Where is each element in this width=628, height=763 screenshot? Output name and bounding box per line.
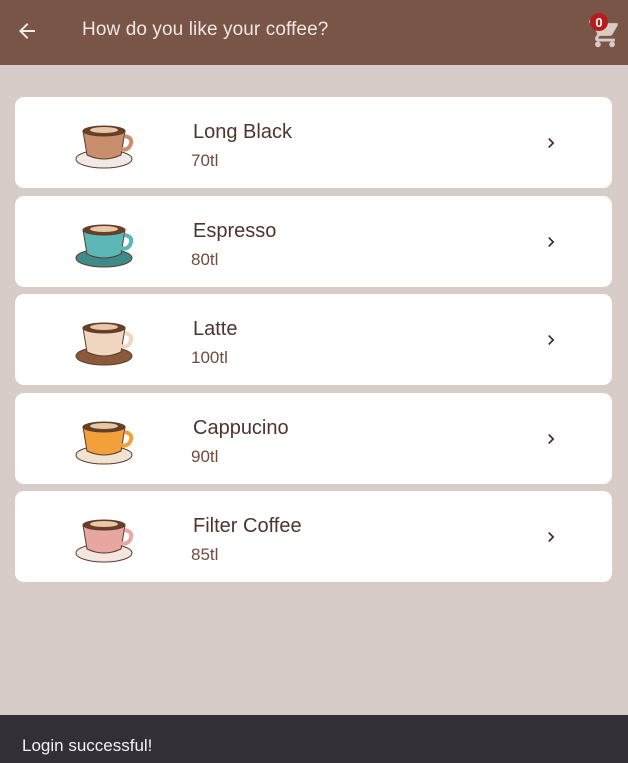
chevron-right-icon (548, 532, 555, 543)
coffee-cup-icon (75, 519, 134, 563)
chevron-right-icon (548, 138, 555, 148)
snackbar-message: Login successful! (22, 736, 153, 755)
coffee-price: 85tl (191, 545, 219, 565)
coffee-name: Filter Coffee (193, 515, 302, 538)
coffee-price: 90tl (191, 446, 219, 466)
coffee-cup-icon (75, 224, 134, 268)
coffee-cup-icon (75, 125, 134, 169)
coffee-price: 70tl (191, 151, 219, 170)
chevron-right-icon (548, 335, 555, 346)
cart-count-badge: 0 (590, 13, 608, 31)
coffee-cup-icon (75, 421, 134, 465)
coffee-item[interactable]: Espresso 80tl (15, 195, 612, 287)
page-title: How do you like your coffee? (82, 19, 329, 40)
coffee-name: Long Black (193, 121, 292, 143)
coffee-item[interactable]: Long Black 70tl (15, 97, 612, 188)
coffee-list: Long Black 70tl Espresso 80tl Latte 100tl Capp… (15, 97, 612, 590)
coffee-price: 80tl (191, 249, 219, 269)
app-bar: How do you like your coffee? 0 (0, 0, 628, 65)
back-button[interactable] (10, 14, 44, 48)
coffee-name: Cappucino (193, 416, 289, 439)
coffee-name: Latte (193, 318, 238, 341)
snackbar: Login successful! (0, 715, 628, 763)
coffee-item[interactable]: Cappucino 90tl (15, 392, 612, 484)
coffee-item[interactable]: Filter Coffee 85tl (15, 491, 612, 583)
chevron-right-icon (548, 236, 555, 247)
coffee-name: Espresso (193, 219, 277, 242)
chevron-right-icon (548, 433, 555, 444)
coffee-price: 100tl (191, 348, 228, 368)
coffee-item[interactable]: Latte 100tl (15, 294, 612, 386)
coffee-cup-icon (75, 322, 134, 366)
arrow-left-icon (19, 23, 35, 39)
